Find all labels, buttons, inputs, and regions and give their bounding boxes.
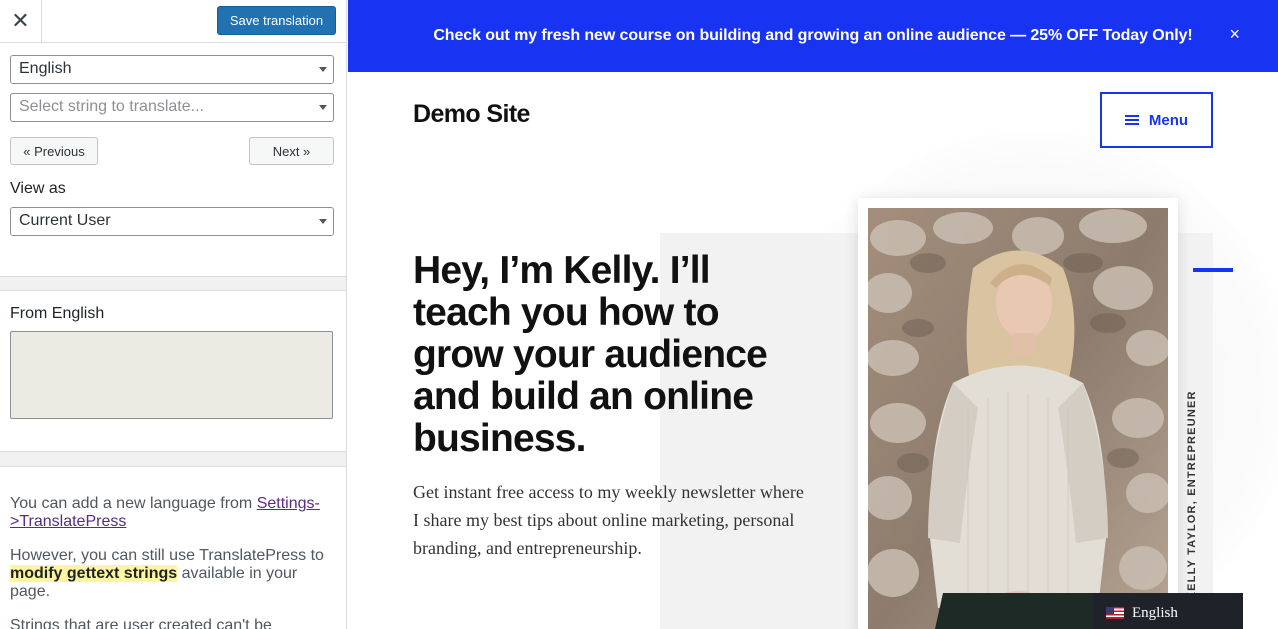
info-paragraph: You can add a new language from Settings… [10, 495, 336, 531]
chevron-down-icon [319, 105, 327, 110]
hero-photo [868, 208, 1168, 629]
section-divider [0, 276, 346, 291]
menu-button[interactable]: Menu [1100, 92, 1213, 148]
accent-line [1193, 268, 1233, 272]
hero-intro-text: Get instant free access to my weekly new… [413, 482, 804, 558]
source-string-textarea[interactable] [10, 331, 333, 419]
info-paragraph: However, you can still use TranslatePres… [10, 547, 336, 601]
save-translation-button[interactable]: Save translation [217, 6, 336, 35]
language-select-value: English [19, 60, 72, 77]
site-title[interactable]: Demo Site [413, 100, 530, 129]
info-paragraph: Strings that are user created can't be [10, 617, 272, 629]
language-switcher[interactable]: English [1093, 593, 1243, 629]
editor-toolbar: ✕ Save translation [0, 0, 346, 43]
translation-editor-panel: ✕ Save translation English Select string… [0, 0, 347, 629]
menu-label: Menu [1148, 111, 1189, 129]
vertical-caption: KELLY TAYLOR, ENTREPREUNER [1186, 390, 1198, 600]
hamburger-icon [1124, 115, 1139, 125]
string-selection-section: English Select string to translate... « … [0, 43, 346, 276]
from-english-label: From English [10, 305, 105, 322]
close-icon[interactable]: ✕ [0, 0, 42, 42]
highlight-text: modify gettext strings [10, 565, 178, 582]
previous-button[interactable]: « Previous [10, 137, 98, 165]
hero-headline: Hey, I’m Kelly. I’ll teach you how to gr… [413, 249, 768, 460]
view-as-value: Current User [19, 212, 111, 229]
view-as-label: View as [10, 180, 66, 197]
language-select[interactable]: English [10, 55, 334, 84]
promo-banner-text[interactable]: Check out my fresh new course on buildin… [433, 27, 1192, 45]
string-select-placeholder: Select string to translate... [19, 98, 204, 115]
source-string-section: From English [0, 291, 346, 451]
info-text: However, you can still use TranslatePres… [10, 547, 324, 564]
string-select[interactable]: Select string to translate... [10, 93, 334, 122]
info-section: You can add a new language from Settings… [0, 467, 346, 629]
chevron-down-icon [319, 67, 327, 72]
site-preview: Check out my fresh new course on buildin… [348, 0, 1278, 629]
language-switcher-label: English [1132, 604, 1178, 621]
close-icon[interactable]: × [1229, 24, 1240, 45]
promo-banner[interactable]: Check out my fresh new course on buildin… [348, 0, 1278, 72]
chevron-down-icon [319, 219, 327, 224]
section-divider [0, 451, 346, 467]
us-flag-icon [1106, 607, 1124, 619]
view-as-select[interactable]: Current User [10, 207, 334, 236]
next-button[interactable]: Next » [249, 137, 334, 165]
hero-photo-frame [858, 198, 1178, 629]
info-text: You can add a new language from [10, 495, 257, 512]
